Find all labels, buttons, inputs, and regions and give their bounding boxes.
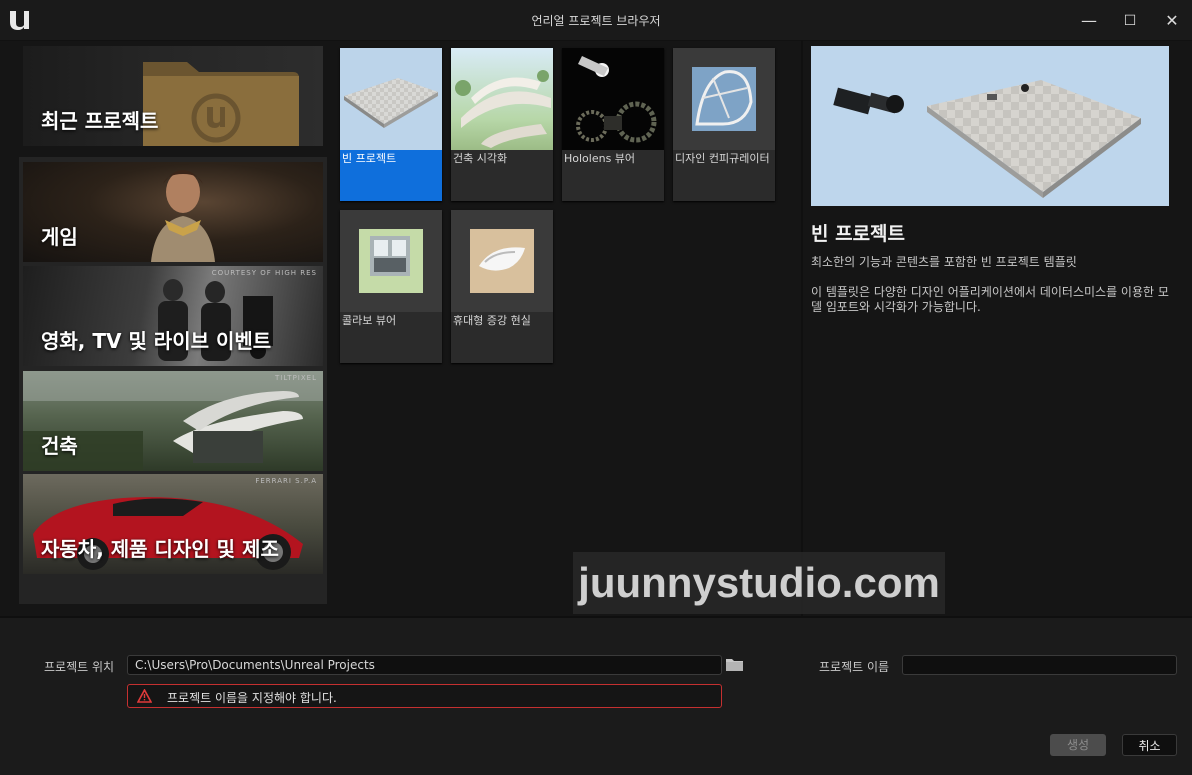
category-automotive[interactable]: FERRARI S.P.A 자동차, 제품 디자인 및 제조 xyxy=(23,474,323,574)
panel-divider xyxy=(801,40,803,616)
error-message-box: 프로젝트 이름을 지정해야 합니다. xyxy=(127,684,722,708)
preview-image xyxy=(811,46,1169,206)
close-button[interactable]: ✕ xyxy=(1157,8,1187,34)
preview-description-2: 이 템플릿은 다양한 디자인 어플리케이션에서 데이터스미스를 이용한 모델 임… xyxy=(811,285,1169,314)
template-handheld-ar[interactable]: 휴대형 증강 현실 xyxy=(451,210,553,363)
title-bar: 언리얼 프로젝트 브라우저 — ☐ ✕ xyxy=(0,0,1192,41)
film-credit: COURTESY OF HIGH RES xyxy=(211,269,317,277)
architecture-credit: TILTPIXEL xyxy=(275,374,317,382)
watermark: juunnystudio.com xyxy=(573,552,945,614)
template-arch-viz-label: 건축 시각화 xyxy=(453,152,508,165)
category-architecture-label: 건축 xyxy=(41,434,78,458)
hololens-image xyxy=(576,56,657,143)
hololens-thumbnail xyxy=(562,48,664,150)
window-title: 언리얼 프로젝트 브라우저 xyxy=(531,14,661,28)
template-collab-viewer-label: 콜라보 뷰어 xyxy=(342,314,397,327)
collab-thumbnail xyxy=(340,210,442,312)
recent-projects-label: 최근 프로젝트 xyxy=(41,109,159,133)
category-film-tv[interactable]: COURTESY OF HIGH RES 영화, TV 및 라이브 이벤트 xyxy=(23,266,323,366)
configurator-thumbnail xyxy=(673,48,775,150)
minimize-button[interactable]: — xyxy=(1074,8,1104,34)
maximize-button[interactable]: ☐ xyxy=(1115,8,1145,34)
template-blank-label: 빈 프로젝트 xyxy=(342,152,397,165)
ar-thumbnail xyxy=(451,210,553,312)
checker-floor-image xyxy=(344,78,438,128)
project-name-label: 프로젝트 이름 xyxy=(819,660,890,674)
recent-projects-card[interactable]: 최근 프로젝트 xyxy=(23,46,323,146)
template-collab-viewer[interactable]: 콜라보 뷰어 xyxy=(340,210,442,363)
template-hololens[interactable]: Hololens 뷰어 xyxy=(562,48,664,201)
error-message-text: 프로젝트 이름을 지정해야 합니다. xyxy=(167,691,337,705)
template-design-configurator[interactable]: 디자인 컨피규레이터 xyxy=(673,48,775,201)
template-hololens-label: Hololens 뷰어 xyxy=(564,152,636,165)
collab-image xyxy=(359,229,423,293)
create-button[interactable]: 생성 xyxy=(1050,734,1106,756)
browse-folder-icon[interactable] xyxy=(726,658,743,671)
category-games-label: 게임 xyxy=(41,225,78,249)
cancel-button[interactable]: 취소 xyxy=(1122,734,1177,756)
project-location-input[interactable] xyxy=(127,655,722,675)
preview-title: 빈 프로젝트 xyxy=(811,223,906,245)
template-preview xyxy=(811,46,1169,206)
character-image xyxy=(151,170,215,262)
category-film-tv-label: 영화, TV 및 라이브 이벤트 xyxy=(41,329,272,353)
project-location-label: 프로젝트 위치 xyxy=(44,660,115,674)
template-blank[interactable]: 빈 프로젝트 xyxy=(340,48,442,201)
ar-image xyxy=(470,229,534,293)
blank-thumbnail xyxy=(340,48,442,150)
category-games[interactable]: 게임 xyxy=(23,162,323,262)
arch-viz-image xyxy=(455,70,551,148)
template-handheld-ar-label: 휴대형 증강 현실 xyxy=(453,314,531,327)
project-name-input[interactable] xyxy=(902,655,1177,675)
category-architecture[interactable]: TILTPIXEL 건축 xyxy=(23,371,323,471)
template-arch-viz[interactable]: 건축 시각화 xyxy=(451,48,553,201)
automotive-credit: FERRARI S.P.A xyxy=(255,477,317,485)
template-design-configurator-label: 디자인 컨피규레이터 xyxy=(675,152,770,165)
warning-icon xyxy=(137,689,152,703)
configurator-image xyxy=(692,67,756,131)
arch-viz-thumbnail xyxy=(451,48,553,150)
folder-icon xyxy=(143,62,299,146)
preview-description-1: 최소한의 기능과 콘텐츠를 포함한 빈 프로젝트 템플릿 xyxy=(811,255,1077,269)
category-automotive-label: 자동차, 제품 디자인 및 제조 xyxy=(41,537,279,561)
